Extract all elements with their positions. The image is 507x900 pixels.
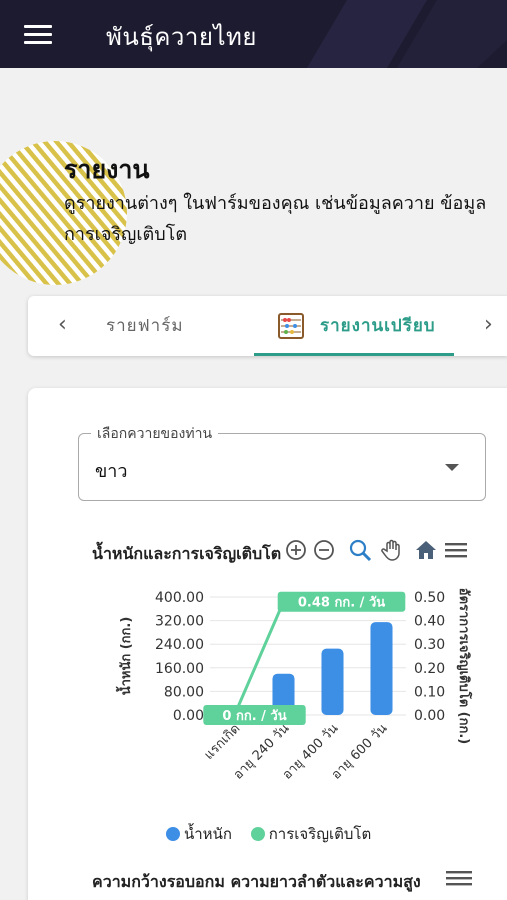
app-bar: พันธุ์ควายไทย (0, 0, 507, 68)
dropdown-arrow-icon (445, 464, 459, 471)
bar-weight (370, 622, 393, 715)
zoom-icon[interactable] (348, 538, 372, 562)
chevron-left-icon[interactable]: ‹ (58, 312, 67, 337)
app-title: พันธุ์ควายไทย (106, 23, 257, 51)
y-tick-label: 400.00 (155, 590, 204, 606)
y2-axis-title: อัตราการเจริญเติบโต (กก.) (456, 588, 473, 744)
data-label: 0.48 กก. / วัน (298, 596, 385, 611)
legend-marker (250, 827, 265, 841)
chart-title: น้ำหนักและการเจริญเติบโต (92, 544, 282, 563)
home-icon[interactable] (414, 538, 438, 562)
chevron-right-icon[interactable]: › (484, 312, 493, 337)
active-tab-indicator (254, 353, 454, 356)
abacus-icon (278, 313, 304, 339)
bar-weight (321, 648, 344, 715)
y-axis-title: น้ำหนัก (กก.) (115, 617, 134, 696)
tab-farm-report[interactable]: รายฟาร์ม (106, 296, 246, 356)
line-growth (233, 600, 382, 716)
y2-tick-label: 0.30 (414, 637, 445, 653)
page-description: ดูรายงานต่างๆ ในฟาร์มของคุณ เช่นข้อมูลคว… (64, 193, 487, 245)
tab-label: รายงานเปรียบ (320, 316, 436, 336)
legend-item-weight[interactable]: น้ำหนัก (166, 822, 232, 846)
y2-tick-label: 0.20 (414, 661, 445, 677)
legend-label: น้ำหนัก (184, 825, 232, 843)
tab-label: รายฟาร์ม (106, 316, 184, 336)
page-title: รายงาน (64, 155, 150, 184)
legend-label: การเจริญเติบโต (268, 825, 372, 843)
report-card: เลือกควายของท่าน ขาว น้ำหนักและการเจริญเ… (28, 388, 507, 900)
menu-icon[interactable] (24, 22, 56, 48)
appbar-decoration (307, 0, 507, 68)
select-label: เลือกควายของท่าน (91, 423, 219, 445)
legend-marker (166, 827, 180, 841)
y2-tick-label: 0.10 (414, 684, 445, 700)
chart-legend: น้ำหนัก การเจริญเติบโต (166, 822, 385, 846)
next-chart-title: ความกว้างรอบอกม ความยาวลำตัวและความสูง (92, 872, 421, 891)
y-tick-label: 160.00 (155, 661, 204, 677)
zoom-out-icon[interactable] (312, 538, 336, 562)
chart-toolbar (284, 538, 474, 564)
y-tick-label: 80.00 (164, 684, 204, 700)
menu-icon[interactable] (446, 868, 474, 890)
report-tabs: ‹ รายฟาร์ม รายงานเปรียบ › (28, 296, 507, 356)
y2-tick-label: 0.50 (414, 590, 445, 606)
y2-tick-label: 0.00 (414, 708, 445, 724)
menu-icon[interactable] (444, 538, 468, 562)
y-tick-label: 320.00 (155, 614, 204, 630)
report-header: รายงาน ดูรายงานต่างๆ ในฟาร์มของคุณ เช่นข… (0, 120, 507, 290)
tab-compare-report[interactable]: รายงานเปรียบ (254, 296, 454, 356)
y-tick-label: 240.00 (155, 637, 204, 653)
y2-tick-label: 0.40 (414, 614, 445, 630)
zoom-in-icon[interactable] (284, 538, 308, 562)
x-tick-label: แรกเกิด (202, 721, 244, 763)
select-value: ขาว (95, 461, 128, 482)
weight-growth-chart: 0.00 80.00 160.00 240.00 320.00 400.00 0.00 0.1… (115, 588, 473, 783)
pan-hand-icon[interactable] (380, 538, 404, 562)
buffalo-select[interactable]: เลือกควายของท่าน ขาว (78, 423, 486, 501)
legend-item-growth[interactable]: การเจริญเติบโต (250, 822, 372, 846)
y-tick-label: 0.00 (173, 708, 204, 724)
